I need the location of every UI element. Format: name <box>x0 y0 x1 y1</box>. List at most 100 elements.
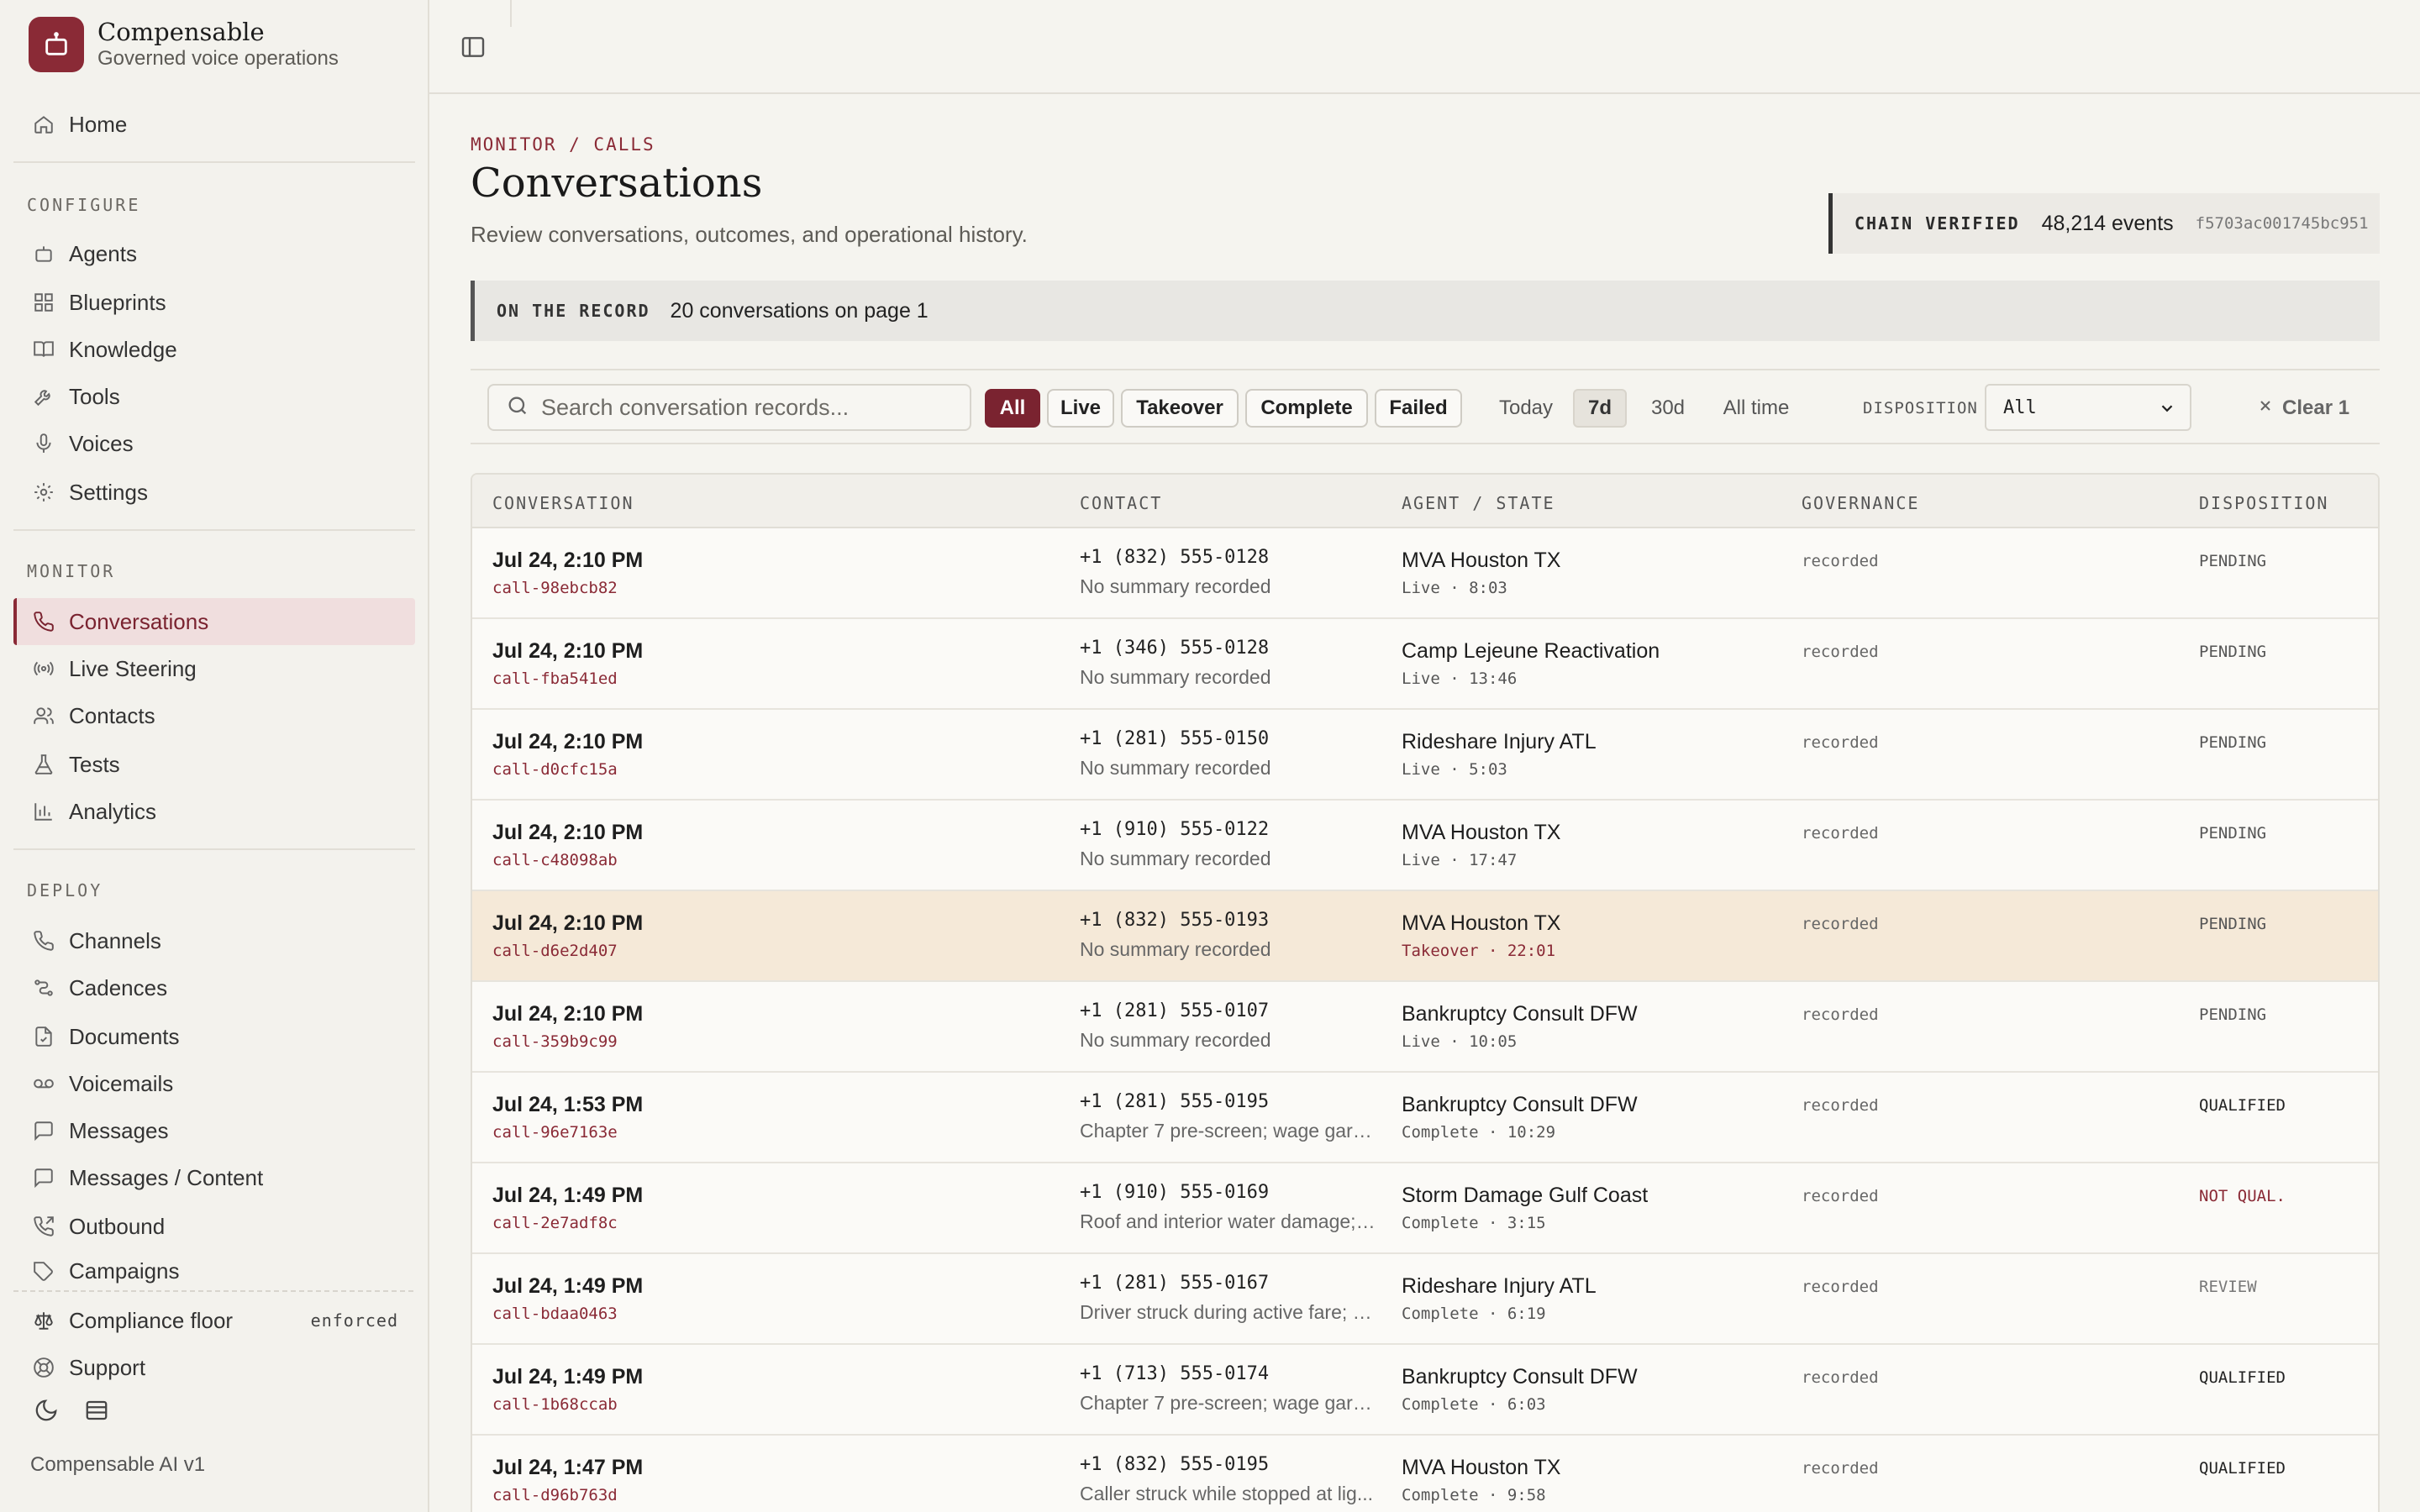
agent-name: MVA Houston TX <box>1402 1456 1561 1479</box>
range-all-time[interactable]: All time <box>1709 389 1803 428</box>
filter-live[interactable]: Live <box>1047 389 1114 428</box>
header-governance[interactable]: GOVERNANCE <box>1802 493 1919 513</box>
table-row[interactable]: Jul 24, 2:10 PM call-d0cfc15a +1 (281) 555… <box>472 710 2378 801</box>
call-id[interactable]: call-2e7adf8c <box>492 1214 618 1232</box>
on-record-banner: ON THE RECORD 20 conversations on page 1 <box>471 281 2380 341</box>
sidebar-item-cadences[interactable]: Cadences <box>13 964 415 1011</box>
agent-state: Live · 13:46 <box>1402 669 1518 688</box>
filter-all[interactable]: All <box>985 389 1040 428</box>
disposition-select[interactable]: All <box>1985 384 2191 431</box>
call-id[interactable]: call-98ebcb82 <box>492 579 618 597</box>
governance-status: recorded <box>1802 1005 1879 1024</box>
conversation-time: Jul 24, 1:47 PM <box>492 1456 644 1479</box>
sidebar-item-label: Compliance floor <box>69 1307 234 1333</box>
governance-status: recorded <box>1802 1096 1879 1115</box>
range-30d[interactable]: 30d <box>1640 389 1696 428</box>
sidebar-item-contacts[interactable]: Contacts <box>13 692 415 739</box>
call-id[interactable]: call-c48098ab <box>492 851 618 869</box>
table-row[interactable]: Jul 24, 1:53 PM call-96e7163e +1 (281) 555… <box>472 1073 2378 1163</box>
sidebar-item-messages[interactable]: Messages <box>13 1107 415 1154</box>
voicemail-icon <box>30 1070 57 1097</box>
filter-complete[interactable]: Complete <box>1245 389 1368 428</box>
range-today[interactable]: Today <box>1487 389 1565 428</box>
contact-summary: No summary recorded <box>1080 1029 1271 1051</box>
table-row[interactable]: Jul 24, 1:49 PM call-1b68ccab +1 (713) 555… <box>472 1345 2378 1436</box>
header-conversation[interactable]: CONVERSATION <box>492 493 634 513</box>
lifebuoy-icon <box>30 1354 57 1381</box>
filter-failed[interactable]: Failed <box>1375 389 1462 428</box>
table-row[interactable]: Jul 24, 2:10 PM call-c48098ab +1 (910) 555… <box>472 801 2378 891</box>
sidebar-item-channels[interactable]: Channels <box>13 917 415 964</box>
table-row[interactable]: Jul 24, 2:10 PM call-98ebcb82 +1 (832) 555… <box>472 528 2378 619</box>
clear-filters-button[interactable]: Clear 1 <box>2257 389 2349 428</box>
chain-verified-panel: CHAIN VERIFIED 48,214 events f5703ac0017… <box>1828 193 2380 254</box>
search-box[interactable] <box>487 384 971 431</box>
sidebar-item-analytics[interactable]: Analytics <box>13 788 415 835</box>
breadcrumb[interactable]: MONITOR / CALLS <box>471 134 655 155</box>
broadcast-icon <box>30 655 57 682</box>
sidebar-item-settings[interactable]: Settings <box>13 469 415 516</box>
sidebar-item-documents[interactable]: Documents <box>13 1013 415 1060</box>
sidebar-item-label: Messages / Content <box>69 1164 264 1190</box>
contact-phone: +1 (281) 555-0195 <box>1080 1091 1270 1112</box>
call-id[interactable]: call-d96b763d <box>492 1486 618 1504</box>
header-contact[interactable]: CONTACT <box>1080 493 1162 513</box>
document-icon <box>30 1023 57 1050</box>
search-input[interactable] <box>541 394 944 421</box>
disposition-status: PENDING <box>2199 915 2267 933</box>
call-id[interactable]: call-d6e2d407 <box>492 942 618 960</box>
contact-summary: No summary recorded <box>1080 575 1271 597</box>
agent-name: Camp Lejeune Reactivation <box>1402 639 1660 663</box>
conversation-time: Jul 24, 1:53 PM <box>492 1093 644 1116</box>
header-agent-state[interactable]: AGENT / STATE <box>1402 493 1555 513</box>
call-id[interactable]: call-1b68ccab <box>492 1395 618 1414</box>
sidebar-item-label: Home <box>69 111 128 137</box>
table-row[interactable]: Jul 24, 2:10 PM call-d6e2d407 +1 (832) 555… <box>472 891 2378 982</box>
close-icon <box>2257 396 2274 420</box>
disposition-status: QUALIFIED <box>2199 1459 2286 1478</box>
call-id[interactable]: call-fba541ed <box>492 669 618 688</box>
moon-icon[interactable] <box>34 1398 59 1427</box>
disposition-status: REVIEW <box>2199 1278 2257 1296</box>
sidebar-item-conversations[interactable]: Conversations <box>13 598 415 645</box>
sidebar-item-compliance-floor[interactable]: Compliance floor enforced <box>13 1297 415 1344</box>
density-icon[interactable] <box>84 1398 109 1427</box>
sidebar-item-tools[interactable]: Tools <box>13 373 415 420</box>
sidebar-item-outbound[interactable]: Outbound <box>13 1203 415 1250</box>
sidebar-item-tests[interactable]: Tests <box>13 741 415 788</box>
sidebar-item-campaigns[interactable]: Campaigns <box>13 1250 415 1284</box>
call-id[interactable]: call-96e7163e <box>492 1123 618 1142</box>
table-row[interactable]: Jul 24, 1:49 PM call-2e7adf8c +1 (910) 555… <box>472 1163 2378 1254</box>
sidebar-toggle-icon[interactable] <box>460 34 488 62</box>
contact-summary: Chapter 7 pre-screen; wage garn... <box>1080 1392 1376 1414</box>
brand[interactable]: Compensable Governed voice operations <box>29 17 339 72</box>
phone-outgoing-icon <box>30 1213 57 1240</box>
enforced-badge: enforced <box>310 1310 398 1331</box>
call-id[interactable]: call-359b9c99 <box>492 1032 618 1051</box>
sidebar-item-agents[interactable]: Agents <box>13 230 415 277</box>
table-row[interactable]: Jul 24, 1:49 PM call-bdaa0463 +1 (281) 555… <box>472 1254 2378 1345</box>
filter-takeover[interactable]: Takeover <box>1121 389 1239 428</box>
call-id[interactable]: call-d0cfc15a <box>492 760 618 779</box>
divider <box>13 848 415 850</box>
sidebar-item-knowledge[interactable]: Knowledge <box>13 326 415 373</box>
table-row[interactable]: Jul 24, 1:47 PM call-d96b763d +1 (832) 555… <box>472 1436 2378 1512</box>
sidebar-item-live-steering[interactable]: Live Steering <box>13 645 415 692</box>
sidebar-item-blueprints[interactable]: Blueprints <box>13 279 415 326</box>
header-disposition[interactable]: DISPOSITION <box>2199 493 2328 513</box>
sidebar-item-support[interactable]: Support <box>13 1344 415 1391</box>
section-deploy: DEPLOY <box>27 880 103 900</box>
governance-status: recorded <box>1802 733 1879 752</box>
range-7d[interactable]: 7d <box>1573 389 1627 428</box>
book-icon <box>30 336 57 363</box>
sidebar-item-voicemails[interactable]: Voicemails <box>13 1060 415 1107</box>
table-row[interactable]: Jul 24, 2:10 PM call-359b9c99 +1 (281) 555… <box>472 982 2378 1073</box>
call-id[interactable]: call-bdaa0463 <box>492 1305 618 1323</box>
sidebar-item-messages-content[interactable]: Messages / Content <box>13 1154 415 1201</box>
disposition-label: DISPOSITION <box>1863 399 1978 417</box>
sidebar-item-voices[interactable]: Voices <box>13 420 415 467</box>
sidebar-item-home[interactable]: Home <box>13 101 415 148</box>
contact-summary: Chapter 7 pre-screen; wage garn... <box>1080 1120 1376 1142</box>
table-header: CONVERSATION CONTACT AGENT / STATE GOVER… <box>472 475 2378 528</box>
table-row[interactable]: Jul 24, 2:10 PM call-fba541ed +1 (346) 555… <box>472 619 2378 710</box>
